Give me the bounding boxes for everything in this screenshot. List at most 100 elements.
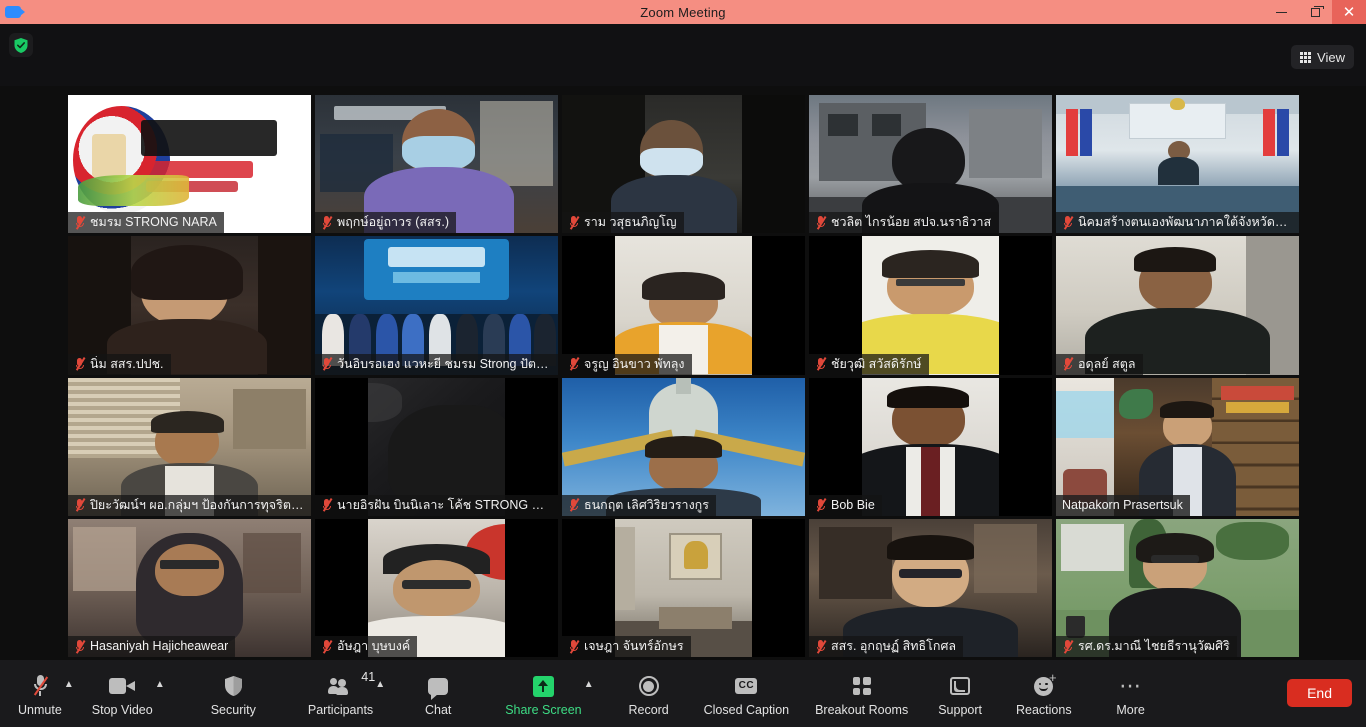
gallery-grid: ชมรม STRONG NARA พฤกษ์อยู่ถาวร (สสร.) รา… <box>68 95 1299 657</box>
meeting-toolbar: Unmute ▲ Stop Video ▲ Security 41 Partic… <box>0 660 1366 727</box>
share-screen-icon <box>532 673 554 699</box>
participant-name: รศ.ดร.มาณี ไชยธีรานุวัฒศิริ <box>1078 639 1230 653</box>
participant-name: อดุลย์ สตูล <box>1078 356 1136 371</box>
cc-icon: CC <box>735 673 758 699</box>
breakout-rooms-icon <box>852 673 871 699</box>
mic-muted-icon <box>1062 357 1074 371</box>
video-tile[interactable]: Hasaniyah Hajicheawear <box>68 518 311 657</box>
participant-name: ชัยวุฒิ สวัสดิรักษ์ <box>831 356 922 371</box>
participant-name-bar: ปิยะวัฒน์ฯ ผอ.กลุ่มฯ ป้องกันการทุจริตฯ ภ… <box>68 494 311 516</box>
view-button[interactable]: View <box>1291 45 1354 69</box>
video-tile[interactable]: ราม วสุธนภิญโญ <box>562 95 805 234</box>
end-meeting-button[interactable]: End <box>1287 679 1352 707</box>
participants-count: 41 <box>361 670 376 684</box>
mic-muted-icon <box>568 498 580 512</box>
support-button[interactable]: Support <box>932 668 988 717</box>
share-options-chevron-icon[interactable]: ▲ <box>584 680 594 690</box>
video-button-label: Stop Video <box>91 703 153 717</box>
video-tile[interactable]: ชมรม STRONG NARA <box>68 95 311 234</box>
close-button[interactable]: ✕ <box>1332 0 1366 24</box>
minimize-button[interactable] <box>1264 0 1298 24</box>
participants-button[interactable]: 41 Participants ▲ <box>302 668 385 717</box>
window-title: Zoom Meeting <box>640 4 726 20</box>
mic-muted-icon <box>1062 215 1074 230</box>
participant-name: ชวลิต ไกรน้อย สปจ.นราธิวาส <box>831 215 992 230</box>
participant-name-bar: นายอิรฝัน บินนิเลาะ โค้ช STRONG Nara <box>315 494 558 516</box>
mic-muted-icon <box>1062 639 1074 654</box>
closed-caption-button-label: Closed Caption <box>703 703 790 717</box>
audio-options-chevron-icon[interactable]: ▲ <box>64 680 74 690</box>
share-screen-button[interactable]: Share Screen ▲ <box>499 668 594 717</box>
mic-muted-icon <box>74 498 86 512</box>
maximize-button[interactable] <box>1298 0 1332 24</box>
record-circle-icon <box>638 673 659 699</box>
security-button[interactable]: Security <box>205 668 262 717</box>
video-tile[interactable]: ชัยวุฒิ สวัสดิรักษ์ <box>809 236 1052 375</box>
video-tile[interactable]: ธนกฤต เลิศวิริยวรางกูร <box>562 377 805 516</box>
audio-button[interactable]: Unmute ▲ <box>12 668 74 717</box>
participant-name: ชมรม STRONG NARA <box>90 215 217 230</box>
participant-name-bar: นิคมสร้างตนเองพัฒนาภาคใต้จังหวัดยะลา <box>1056 212 1299 234</box>
video-tile-active-speaker[interactable]: Natpakorn Prasertsuk <box>1056 377 1299 516</box>
participant-name-bar: Hasaniyah Hajicheawear <box>68 636 236 657</box>
mic-muted-icon <box>74 639 86 654</box>
video-tile[interactable]: ปิยะวัฒน์ฯ ผอ.กลุ่มฯ ป้องกันการทุจริตฯ ภ… <box>68 377 311 516</box>
participant-name: เจษฎา จันทร์อักษร <box>584 639 684 653</box>
participant-name-bar: วันอิบรอเฮง แวหะยี ชมรม Strong ปัตตานี <box>315 353 558 375</box>
video-tile[interactable]: เจษฎา จันทร์อักษร <box>562 518 805 657</box>
video-tile[interactable]: นายอิรฝัน บินนิเลาะ โค้ช STRONG Nara <box>315 377 558 516</box>
video-tile[interactable]: ชวลิต ไกรน้อย สปจ.นราธิวาส <box>809 95 1052 234</box>
chat-button[interactable]: Chat <box>411 668 465 717</box>
grid-view-icon <box>1300 51 1312 63</box>
mic-muted-icon <box>321 215 333 230</box>
audio-button-label: Unmute <box>18 703 62 717</box>
green-shield-icon[interactable] <box>9 33 33 57</box>
participants-options-chevron-icon[interactable]: ▲ <box>375 680 385 690</box>
mic-muted-icon <box>568 215 580 230</box>
mic-muted-icon <box>568 639 580 654</box>
video-options-chevron-icon[interactable]: ▲ <box>155 680 165 690</box>
support-button-label: Support <box>938 703 982 717</box>
participant-name: ปิยะวัฒน์ฯ ผอ.กลุ่มฯ ป้องกันการทุจริตฯ ภ… <box>90 497 304 512</box>
shield-icon <box>224 673 243 699</box>
mic-muted-icon <box>815 498 827 512</box>
reactions-button[interactable]: + Reactions <box>1010 668 1078 718</box>
participant-name-bar: ราม วสุธนภิญโญ <box>562 212 684 234</box>
people-icon <box>327 673 354 699</box>
participant-name: ธนกฤต เลิศวิริยวรางกูร <box>584 497 709 512</box>
video-tile[interactable]: วันอิบรอเฮง แวหะยี ชมรม Strong ปัตตานี <box>315 236 558 375</box>
more-button[interactable]: ⋯ More <box>1104 668 1158 718</box>
participant-name-bar: ชัยวุฒิ สวัสดิรักษ์ <box>809 353 929 375</box>
participant-name: Natpakorn Prasertsuk <box>1062 497 1183 512</box>
participant-name-bar: ชวลิต ไกรน้อย สปจ.นราธิวาส <box>809 212 999 234</box>
video-tile[interactable]: พฤกษ์อยู่ถาวร (สสร.) <box>315 95 558 234</box>
video-tile[interactable]: สสร. อุกฤษฏ์ สิทธิโกศล <box>809 518 1052 657</box>
video-tile[interactable]: นิคมสร้างตนเองพัฒนาภาคใต้จังหวัดยะลา <box>1056 95 1299 234</box>
chat-bubble-icon <box>428 673 449 700</box>
record-button[interactable]: Record <box>622 668 676 717</box>
participant-name-bar: อดุลย์ สตูล <box>1056 353 1143 375</box>
video-tile[interactable]: รศ.ดร.มาณี ไชยธีรานุวัฒศิริ <box>1056 518 1299 657</box>
video-tile[interactable]: นิ่ม สสร.ปปช. <box>68 236 311 375</box>
mic-muted-icon <box>74 215 86 230</box>
video-tile[interactable]: อัษฎา บุษบงค์ <box>315 518 558 657</box>
window-controls: ✕ <box>1264 0 1366 24</box>
participant-name: อัษฎา บุษบงค์ <box>337 639 411 653</box>
participant-name-bar: รศ.ดร.มาณี ไชยธีรานุวัฒศิริ <box>1056 636 1237 657</box>
video-tile[interactable]: Bob Bie <box>809 377 1052 516</box>
mic-muted-icon <box>74 357 86 371</box>
video-tile[interactable]: จรูญ อินขาว พัทลุง <box>562 236 805 375</box>
participant-name-bar: จรูญ อินขาว พัทลุง <box>562 353 692 375</box>
video-stage: ชมรม STRONG NARA พฤกษ์อยู่ถาวร (สสร.) รา… <box>0 86 1366 660</box>
breakout-rooms-button-label: Breakout Rooms <box>815 703 909 717</box>
mic-muted-icon <box>815 215 827 230</box>
mic-muted-icon <box>321 498 333 512</box>
breakout-rooms-button[interactable]: Breakout Rooms <box>809 668 914 717</box>
video-button[interactable]: Stop Video ▲ <box>86 668 165 717</box>
view-button-label: View <box>1317 49 1345 65</box>
share-screen-button-label: Share Screen <box>505 703 582 717</box>
participant-name-bar: ธนกฤต เลิศวิริยวรางกูร <box>562 494 716 516</box>
closed-caption-button[interactable]: CC Closed Caption <box>698 668 795 717</box>
video-tile[interactable]: อดุลย์ สตูล <box>1056 236 1299 375</box>
participant-name-bar: พฤกษ์อยู่ถาวร (สสร.) <box>315 212 457 234</box>
